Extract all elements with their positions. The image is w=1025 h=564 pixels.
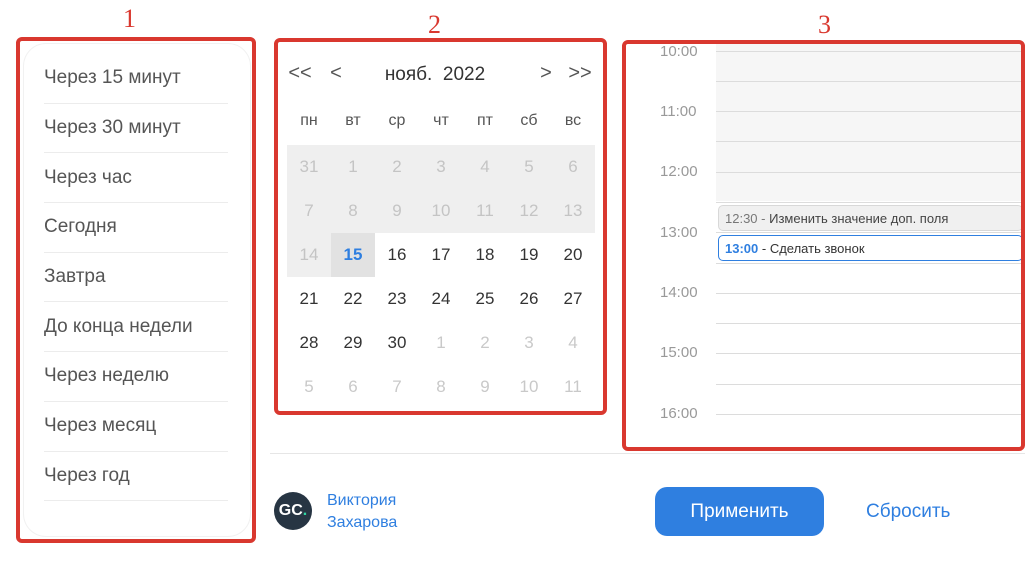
section-marker-3: 3 <box>818 10 831 39</box>
highlight-box-1 <box>16 37 256 543</box>
assignee-link[interactable]: Виктория Захарова <box>327 490 437 534</box>
section-marker-2: 2 <box>428 10 441 39</box>
avatar-dot: . <box>302 502 308 519</box>
user-first-name: Виктория <box>327 492 397 509</box>
user-last-name: Захарова <box>327 514 398 531</box>
reset-button[interactable]: Сбросить <box>866 501 950 523</box>
highlight-box-3 <box>622 40 1025 451</box>
section-marker-1: 1 <box>123 4 136 33</box>
footer-divider <box>270 453 1025 454</box>
highlight-box-2 <box>274 38 607 415</box>
avatar: GC. <box>274 492 312 530</box>
avatar-initials: GC <box>278 502 303 519</box>
apply-button[interactable]: Применить <box>655 487 824 536</box>
